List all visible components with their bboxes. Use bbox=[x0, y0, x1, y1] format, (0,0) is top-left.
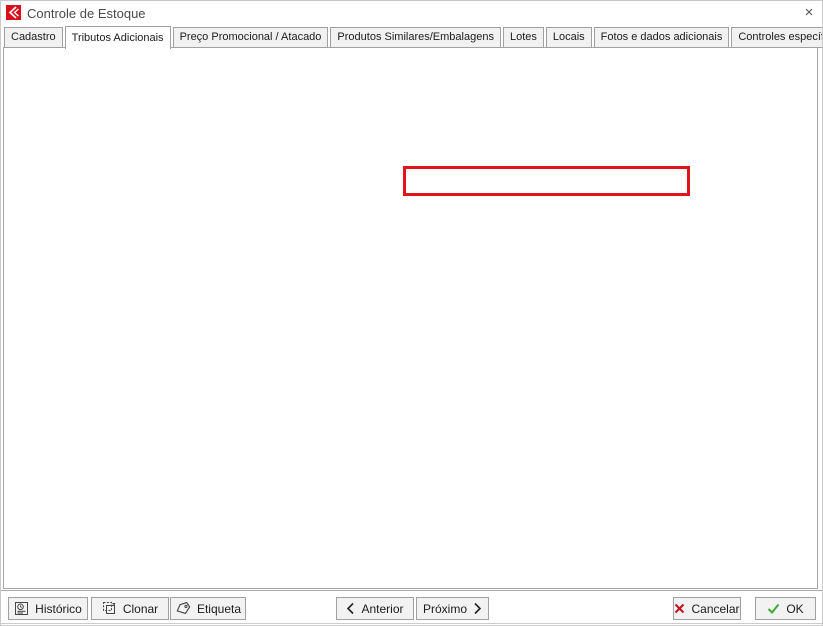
tab-page-panel bbox=[3, 47, 818, 589]
clone-icon bbox=[102, 601, 117, 616]
cancelar-button[interactable]: Cancelar bbox=[673, 597, 741, 620]
etiqueta-button-label: Etiqueta bbox=[197, 602, 241, 616]
tab-controles-especificos[interactable]: Controles específicos bbox=[731, 27, 823, 48]
etiqueta-button[interactable]: Etiqueta bbox=[170, 597, 246, 620]
clonar-button[interactable]: Clonar bbox=[91, 597, 169, 620]
clonar-button-label: Clonar bbox=[123, 602, 158, 616]
anterior-button[interactable]: Anterior bbox=[336, 597, 414, 620]
tab-strip: Cadastro Tributos Adicionais Preço Promo… bbox=[4, 26, 823, 48]
tab-tributos-adicionais[interactable]: Tributos Adicionais bbox=[65, 26, 171, 49]
proximo-button-label: Próximo bbox=[423, 602, 467, 616]
tab-lotes[interactable]: Lotes bbox=[503, 27, 544, 48]
window-title: Controle de Estoque bbox=[27, 6, 146, 21]
bottom-divider bbox=[1, 590, 823, 591]
tab-fotos-dados-adicionais[interactable]: Fotos e dados adicionais bbox=[594, 27, 730, 48]
tab-produtos-similares[interactable]: Produtos Similares/Embalagens bbox=[330, 27, 501, 48]
close-icon[interactable]: × bbox=[799, 3, 819, 23]
historico-button-label: Histórico bbox=[35, 602, 82, 616]
stock-control-window: Controle de Estoque × Cadastro Tributos … bbox=[0, 0, 823, 626]
chevron-left-icon bbox=[346, 602, 355, 615]
history-icon bbox=[14, 601, 29, 616]
proximo-button[interactable]: Próximo bbox=[416, 597, 489, 620]
app-logo-icon bbox=[6, 5, 21, 20]
tab-cadastro[interactable]: Cadastro bbox=[4, 27, 63, 48]
check-icon bbox=[767, 603, 780, 614]
cancel-x-icon bbox=[674, 603, 685, 614]
window-bottom-edge bbox=[1, 623, 823, 624]
tab-preco-promocional[interactable]: Preço Promocional / Atacado bbox=[173, 27, 329, 48]
chevron-right-icon bbox=[473, 602, 482, 615]
tag-icon bbox=[175, 602, 191, 616]
historico-button[interactable]: Histórico bbox=[8, 597, 88, 620]
ok-button[interactable]: OK bbox=[755, 597, 816, 620]
title-bar: Controle de Estoque × bbox=[1, 1, 822, 25]
anterior-button-label: Anterior bbox=[361, 602, 403, 616]
tab-locais[interactable]: Locais bbox=[546, 27, 592, 48]
cancelar-button-label: Cancelar bbox=[691, 602, 739, 616]
ok-button-label: OK bbox=[786, 602, 803, 616]
